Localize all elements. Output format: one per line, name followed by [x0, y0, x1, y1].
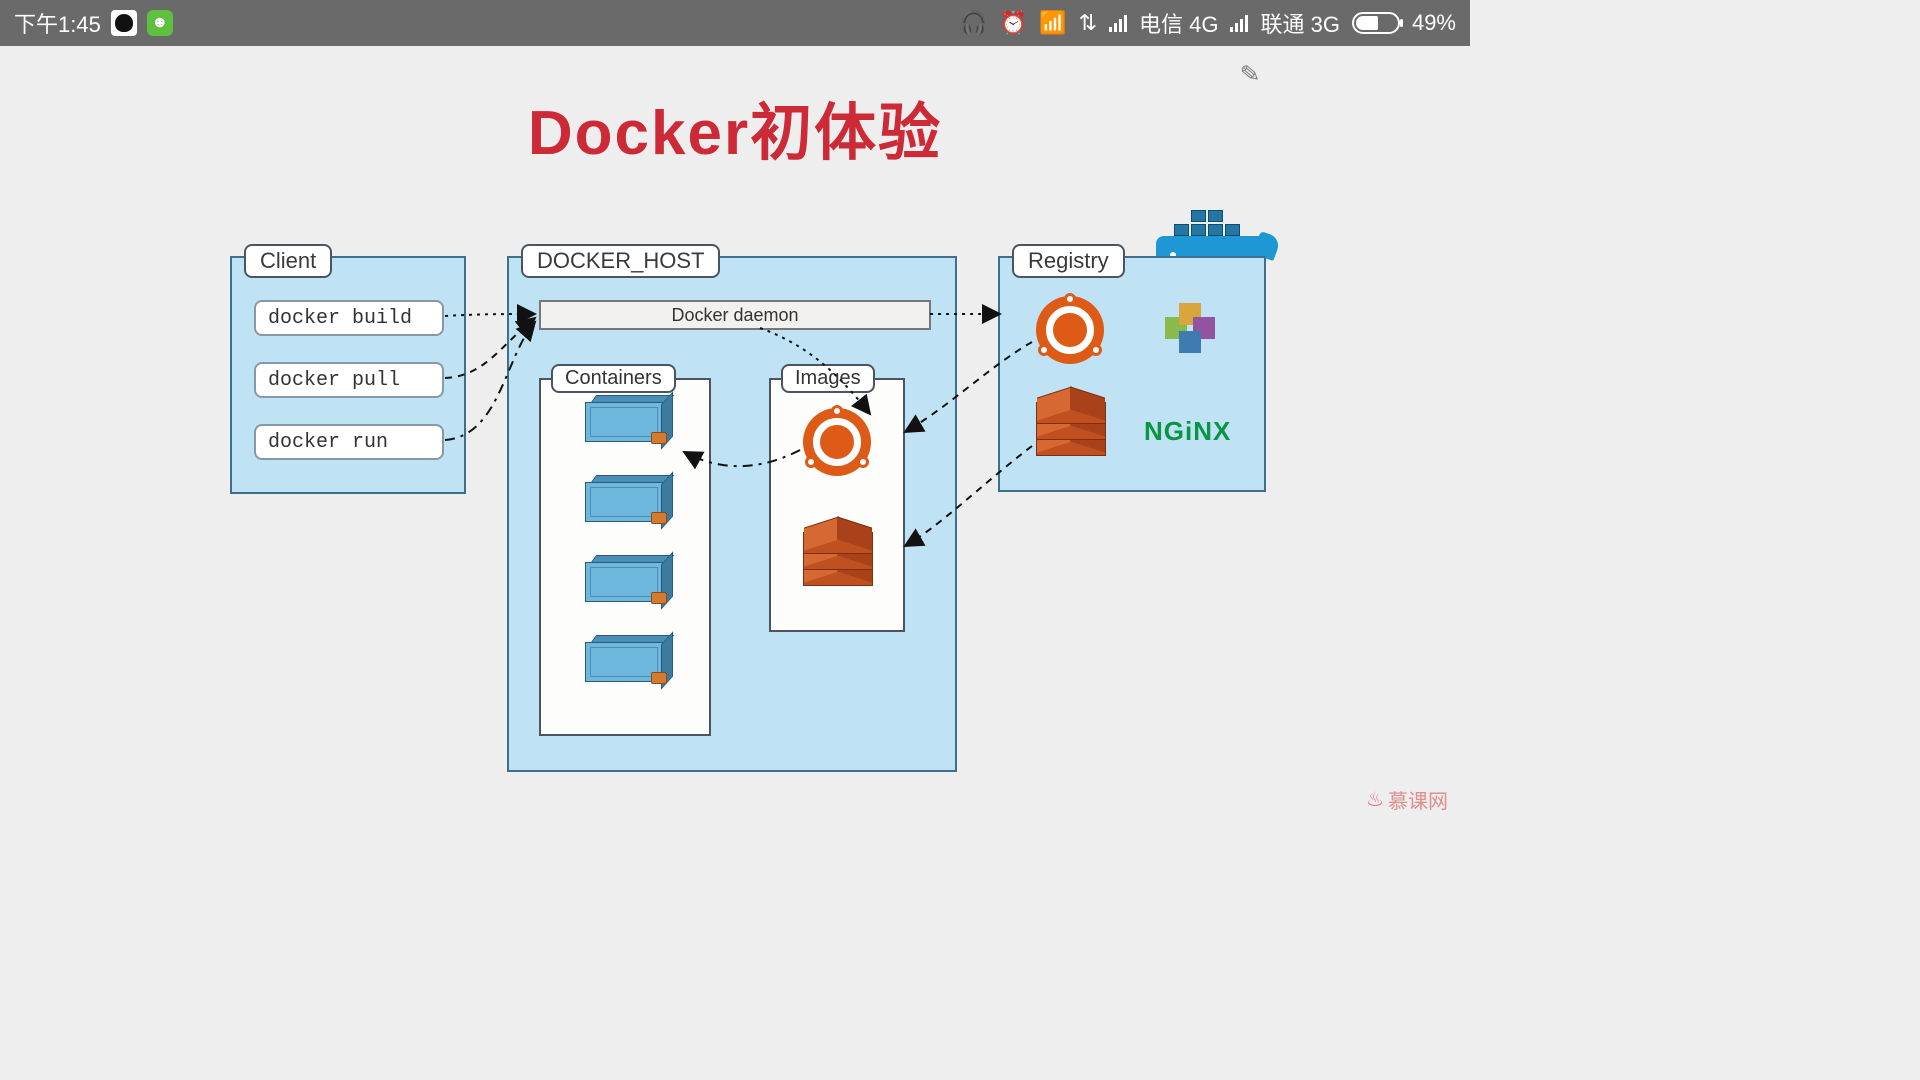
wifi-icon: 📶: [1039, 10, 1066, 36]
container-icon: [585, 482, 663, 530]
containers-label: Containers: [551, 364, 676, 393]
docker-host-box: DOCKER_HOST Docker daemon Containers Ima…: [507, 256, 957, 772]
registry-label: Registry: [1012, 244, 1125, 278]
battery-icon: [1352, 12, 1400, 34]
signal-1-icon: [1109, 14, 1127, 32]
redis-image-icon: [803, 528, 873, 586]
ubuntu-image-icon: [803, 408, 871, 476]
cmd-docker-build: docker build: [254, 300, 444, 336]
images-box: Images: [769, 378, 905, 632]
container-icon: [585, 642, 663, 690]
container-icon: [585, 402, 663, 450]
container-icon: [585, 562, 663, 610]
alarm-icon: ⏰: [1000, 10, 1027, 36]
qq-icon: [111, 10, 137, 36]
redis-registry-icon: [1036, 398, 1106, 456]
centos-registry-icon: [1160, 298, 1220, 358]
diagram-canvas: ✎ Docker初体验 Client docker build docker p…: [0, 46, 1470, 826]
statusbar: 下午1:45 ☻ 🎧 ⏰ 📶 ⇅ 电信 4G 联通 3G 49%: [0, 0, 1470, 46]
ubuntu-registry-icon: [1036, 296, 1104, 364]
brand-watermark: ♨ 慕课网: [1366, 785, 1448, 814]
cmd-docker-run: docker run: [254, 424, 444, 460]
page-title: Docker初体验: [0, 82, 1470, 172]
status-time: 下午1:45: [14, 7, 101, 39]
docker-host-label: DOCKER_HOST: [521, 244, 720, 278]
images-label: Images: [781, 364, 875, 393]
carrier-1: 电信 4G: [1139, 7, 1218, 39]
battery-percent: 49%: [1412, 10, 1456, 36]
client-label: Client: [244, 244, 332, 278]
carrier-2: 联通 3G: [1260, 7, 1339, 39]
headphones-icon: 🎧: [960, 10, 987, 36]
signal-2-icon: [1230, 14, 1248, 32]
flame-icon: ♨: [1366, 787, 1384, 812]
transfer-icon: ⇅: [1079, 10, 1097, 36]
cmd-docker-pull: docker pull: [254, 362, 444, 398]
brand-text: 慕课网: [1388, 785, 1448, 814]
nginx-registry-icon: NGiNX: [1144, 416, 1231, 447]
app-icon: ☻: [147, 10, 173, 36]
docker-daemon: Docker daemon: [539, 300, 931, 330]
containers-box: Containers: [539, 378, 711, 736]
registry-box: Registry NGiNX: [998, 256, 1266, 492]
client-box: Client docker build docker pull docker r…: [230, 256, 466, 494]
